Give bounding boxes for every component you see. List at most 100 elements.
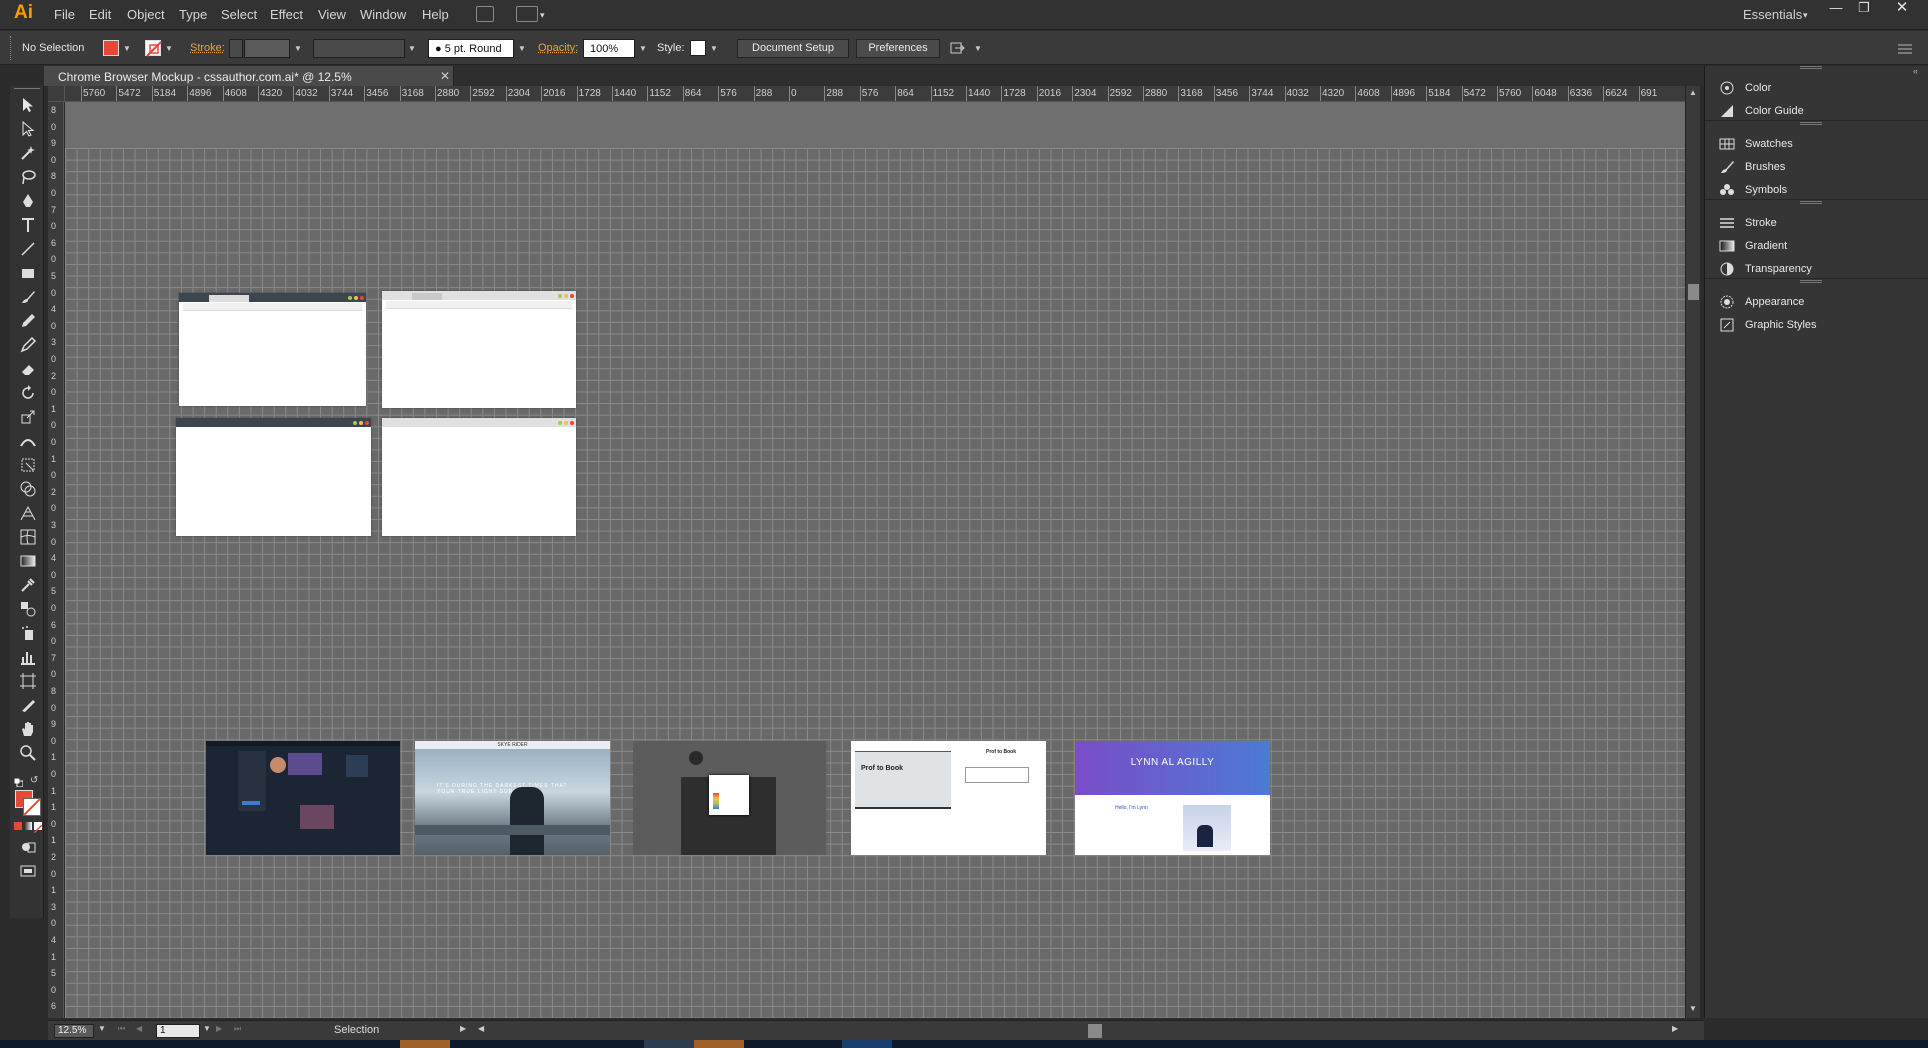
taskbar-app[interactable] [400,1040,450,1048]
panel-menu-icon[interactable] [1898,43,1912,54]
swap-fill-stroke-icon[interactable]: ↺ [30,775,38,786]
free-transform-tool-icon[interactable] [17,454,39,476]
zoom-field[interactable]: 12.5% [54,1024,94,1038]
panel-grip[interactable] [10,36,12,60]
taskbar-app[interactable] [644,1040,694,1048]
vertical-scroll-thumb[interactable] [1688,284,1699,300]
stroke-stepper[interactable] [229,39,243,58]
panel-brushes[interactable]: Brushes [1713,155,1923,179]
vertical-ruler[interactable]: 8 0 9 0 8 0 7 0 6 0 5 0 4 0 3 0 2 0 1 0 0 1 0 2 0 3 0 4 0 5 0 6 0 7 0 8 0 9 0 1… [48,102,64,1018]
slice-tool-icon[interactable] [17,694,39,716]
next-artboard-icon[interactable]: ▶ [216,1024,222,1033]
taskbar-app[interactable] [842,1040,892,1048]
browser-mockup-1[interactable] [179,293,366,406]
panel-stroke[interactable]: Stroke [1713,211,1923,235]
scroll-right-icon[interactable]: ▶ [1672,1024,1678,1033]
horizontal-ruler[interactable]: 5760 5472 5184 4896 4608 4320 4032 3744 3456 3168… [65,86,1685,102]
artboard-number-field[interactable]: 1 [156,1024,200,1038]
browser-mockup-4[interactable] [382,418,576,536]
restore-icon[interactable]: ❐ [1850,0,1878,18]
graphic-style-swatch[interactable] [690,40,706,56]
draw-mode-icon[interactable] [17,836,39,858]
type-tool-icon[interactable] [17,214,39,236]
panel-grip[interactable] [14,88,40,90]
opacity-label[interactable]: Opacity: [538,42,578,54]
menu-view[interactable]: View [318,7,346,22]
first-artboard-icon[interactable]: ⏮ [118,1024,125,1034]
panel-gradient[interactable]: Gradient [1713,234,1923,258]
menu-window[interactable]: Window [360,7,406,22]
chevron-down-icon[interactable]: ▼ [121,39,133,58]
eraser-tool-icon[interactable] [17,358,39,380]
workspace-switcher[interactable]: Essentials [1743,7,1802,22]
panel-color[interactable]: Color [1713,76,1923,100]
chevron-down-icon[interactable]: ▼ [708,39,720,58]
chevron-down-icon[interactable]: ▾ [1803,10,1808,21]
taskbar-app[interactable] [694,1040,744,1048]
canvas[interactable]: SKYE RIDER IT'S DURING THE DARKEST TIMES… [65,102,1685,1018]
none-mode-icon[interactable] [33,822,43,834]
menu-object[interactable]: Object [127,7,165,22]
status-menu-arrow-icon[interactable]: ▶ [460,1024,466,1033]
thumbnail-prof-to-book[interactable]: Prof to Book Prof to Book [851,741,1046,855]
stroke-color-icon[interactable] [23,798,41,816]
column-graph-tool-icon[interactable] [17,646,39,668]
thumbnail-dark-social[interactable] [206,741,400,855]
collapse-panels-icon[interactable]: « [1913,66,1918,76]
status-tool-label[interactable]: Selection [334,1024,379,1036]
bridge-icon[interactable] [476,6,494,22]
chevron-down-icon[interactable]: ▼ [98,1024,106,1033]
stroke-label[interactable]: Stroke: [190,42,225,54]
chevron-down-icon[interactable]: ▼ [203,1024,211,1033]
chevron-down-icon[interactable]: ▾ [540,10,545,21]
panel-swatches[interactable]: Swatches [1713,132,1923,156]
lasso-tool-icon[interactable] [17,166,39,188]
panel-group-grip[interactable] [1800,280,1822,283]
menu-edit[interactable]: Edit [89,7,111,22]
panel-group-grip[interactable] [1800,201,1822,204]
rotate-tool-icon[interactable] [17,382,39,404]
chevron-down-icon[interactable]: ▼ [163,39,175,58]
menu-file[interactable]: File [54,7,75,22]
scroll-left-icon[interactable]: ◀ [478,1024,484,1033]
thumbnail-lynn-agilly[interactable]: LYNN AL AGILLY Hello, I'm Lynn [1075,741,1270,855]
line-tool-icon[interactable] [17,238,39,260]
variable-width-profile[interactable] [313,39,405,58]
panel-group-grip[interactable] [1800,66,1822,69]
ruler-origin[interactable] [48,86,65,102]
rectangle-tool-icon[interactable] [17,262,39,284]
fill-swatch[interactable] [103,40,119,56]
document-setup-button[interactable]: Document Setup [737,39,849,58]
panel-graphic-styles[interactable]: Graphic Styles [1713,313,1923,337]
preferences-button[interactable]: Preferences [856,39,940,58]
menu-select[interactable]: Select [221,7,257,22]
scale-tool-icon[interactable] [17,406,39,428]
pencil-tool-icon[interactable] [17,310,39,332]
stroke-swatch[interactable] [145,40,162,57]
stroke-weight-field[interactable] [244,39,290,58]
chevron-down-icon[interactable]: ▼ [637,39,649,58]
perspective-grid-tool-icon[interactable] [17,502,39,524]
magic-wand-tool-icon[interactable] [17,142,39,164]
symbol-sprayer-tool-icon[interactable] [17,622,39,644]
previous-artboard-icon[interactable]: ◀ [136,1024,142,1033]
vertical-scrollbar[interactable]: ▲ ▼ [1685,86,1700,1018]
chevron-down-icon[interactable]: ▼ [516,39,528,58]
blend-tool-icon[interactable] [17,598,39,620]
thumbnail-gallery[interactable] [633,741,826,855]
mesh-tool-icon[interactable] [17,526,39,548]
opacity-field[interactable]: 100% [583,39,635,58]
artboard-tool-icon[interactable] [17,670,39,692]
brush-definition[interactable]: ● 5 pt. Round [428,39,514,58]
pen-tool-icon[interactable] [17,190,39,212]
last-artboard-icon[interactable]: ⏭ [234,1024,241,1034]
color-mode-icon[interactable] [14,822,22,830]
close-icon[interactable]: ✕ [440,69,450,83]
thumbnail-photo-hero[interactable]: SKYE RIDER IT'S DURING THE DARKEST TIMES… [415,741,610,855]
screen-mode-icon[interactable] [17,860,39,882]
eyedropper-tool-icon[interactable] [17,574,39,596]
close-icon[interactable]: ✕ [1888,0,1916,18]
document-tab[interactable]: Chrome Browser Mockup - cssauthor.com.ai… [44,66,454,98]
scroll-down-icon[interactable]: ▼ [1689,1004,1697,1013]
gradient-tool-icon[interactable] [17,550,39,572]
